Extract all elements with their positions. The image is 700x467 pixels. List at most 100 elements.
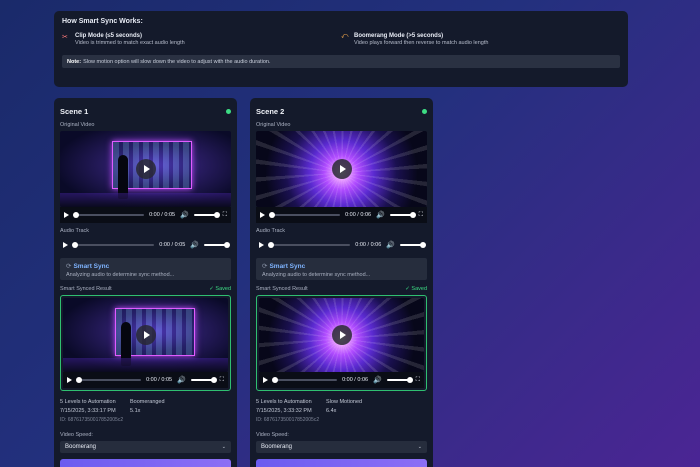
volume-slider[interactable] — [190, 377, 217, 383]
selected-speed: Boomerang — [261, 444, 293, 450]
saved-badge: ✓ Saved — [405, 286, 427, 292]
selected-speed: Boomerang — [65, 444, 97, 450]
smart-sync-desc: Analyzing audio to determine sync method… — [262, 272, 371, 278]
play-icon[interactable] — [67, 377, 72, 383]
result-meta: 5 Levels to Automation Slow Motioned 7/1… — [256, 399, 427, 423]
smart-sync-box: ⟳ Smart Sync Analyzing audio to determine… — [60, 258, 231, 280]
timestamp: 7/15/2025, 3:33:17 PM — [60, 408, 116, 414]
volume-slider[interactable] — [204, 242, 230, 248]
volume-slider[interactable] — [400, 242, 426, 248]
volume-icon[interactable]: 🔊 — [177, 376, 186, 384]
mode-list: ✂ Clip Mode (≤5 seconds) Video is trimme… — [62, 33, 620, 46]
play-overlay-button[interactable] — [331, 159, 352, 179]
volume-icon[interactable]: 🔊 — [386, 241, 395, 249]
seek-slider[interactable] — [269, 212, 341, 218]
original-video-label: Original Video — [256, 122, 291, 128]
video-speed-label: Video Speed: — [60, 432, 93, 438]
floor-graphic — [63, 358, 228, 372]
info-title: How Smart Sync Works: — [62, 18, 143, 25]
smart-sync-title: Smart Sync — [269, 263, 306, 270]
volume-icon[interactable]: 🔊 — [373, 376, 382, 384]
seek-slider[interactable] — [73, 212, 145, 218]
clip-mode-desc: Video is trimmed to match exact audio le… — [75, 40, 185, 46]
boomerang-mode-desc: Video plays forward then reverse to matc… — [354, 40, 489, 46]
volume-icon[interactable]: 🔊 — [180, 211, 189, 219]
result-video-frame: 0:00 / 0:05 🔊 ⛶ — [60, 295, 231, 391]
note-text: Slow motion option will slow down the vi… — [83, 58, 271, 65]
play-icon[interactable] — [259, 242, 264, 248]
result-controls: 0:00 / 0:06 🔊 ⛶ — [259, 372, 424, 388]
clip-mode: ✂ Clip Mode (≤5 seconds) Video is trimme… — [62, 33, 341, 46]
seek-slider[interactable] — [272, 377, 338, 383]
status-dot — [422, 108, 427, 114]
sync-icon: ⟳ — [66, 263, 72, 270]
chevron-down-icon: ⌄ — [417, 444, 422, 450]
smart-sync-info-panel: How Smart Sync Works: ✂ Clip Mode (≤5 se… — [54, 11, 628, 87]
smart-result-label: Smart Synced Result — [60, 286, 112, 292]
scissors-icon: ✂ — [62, 34, 68, 41]
speed-factor: 5.1x — [130, 408, 141, 414]
video-time: 0:00 / 0:05 — [149, 212, 176, 218]
audio-track-label: Audio Track — [60, 228, 90, 234]
smart-sync-title: Smart Sync — [73, 263, 110, 270]
play-overlay-button[interactable] — [331, 325, 352, 345]
play-icon[interactable] — [64, 212, 69, 218]
video-controls: 0:00 / 0:06 🔊 ⛶ — [256, 207, 427, 223]
video-speed-select[interactable]: Boomerang ⌄ — [256, 441, 427, 453]
result-id: ID: 687617350017852005c2 — [256, 417, 320, 423]
smart-result-label: Smart Synced Result — [256, 286, 308, 292]
seek-slider[interactable] — [76, 377, 142, 383]
chevron-down-icon: ⌄ — [221, 444, 226, 450]
audio-time: 0:00 / 0:05 — [159, 242, 186, 248]
volume-slider[interactable] — [389, 212, 416, 218]
play-icon[interactable] — [263, 377, 268, 383]
result-time: 0:00 / 0:06 — [342, 377, 369, 383]
volume-icon[interactable]: 🔊 — [190, 241, 199, 249]
floor-graphic — [60, 193, 231, 207]
boomerang-mode-name: Boomerang Mode (>5 seconds) — [354, 33, 444, 39]
scene-action-button[interactable] — [256, 459, 427, 467]
result-video-player[interactable] — [259, 298, 424, 372]
video-controls: 0:00 / 0:05 🔊 ⛶ — [60, 207, 231, 223]
smart-sync-desc: Analyzing audio to determine sync method… — [66, 272, 175, 278]
volume-slider[interactable] — [193, 212, 220, 218]
play-overlay-button[interactable] — [135, 325, 156, 345]
scene-action-button[interactable] — [60, 459, 231, 467]
volume-icon[interactable]: 🔊 — [376, 211, 385, 219]
fullscreen-icon[interactable]: ⛶ — [416, 377, 420, 384]
sync-mode: Slow Motioned — [326, 399, 363, 405]
original-video-player[interactable] — [256, 131, 427, 207]
result-controls: 0:00 / 0:05 🔊 ⛶ — [63, 372, 228, 388]
project-name: 5 Levels to Automation — [256, 399, 312, 405]
note-bar: Note: Slow motion option will slow down … — [62, 55, 620, 68]
fullscreen-icon[interactable]: ⛶ — [419, 212, 423, 219]
fullscreen-icon[interactable]: ⛶ — [220, 377, 224, 384]
result-video-player[interactable] — [63, 298, 228, 372]
sync-icon: ⟳ — [262, 263, 268, 270]
boomerang-mode: ⤺ Boomerang Mode (>5 seconds) Video play… — [341, 33, 620, 46]
play-icon[interactable] — [63, 242, 68, 248]
video-speed-label: Video Speed: — [256, 432, 289, 438]
audio-controls: 0:00 / 0:05 🔊 — [60, 237, 231, 253]
original-video-player[interactable] — [60, 131, 231, 207]
note-label: Note: — [67, 58, 82, 65]
video-time: 0:00 / 0:06 — [345, 212, 372, 218]
scene-card-2: Scene 2 Original Video 0:00 / 0:06 🔊 ⛶ A… — [250, 98, 433, 467]
smart-sync-box: ⟳ Smart Sync Analyzing audio to determine… — [256, 258, 427, 280]
result-video-frame: 0:00 / 0:06 🔊 ⛶ — [256, 295, 427, 391]
audio-track-label: Audio Track — [256, 228, 286, 234]
audio-seek-slider[interactable] — [72, 242, 155, 248]
audio-seek-slider[interactable] — [268, 242, 351, 248]
status-dot — [226, 108, 231, 114]
clip-mode-name: Clip Mode (≤5 seconds) — [75, 33, 142, 39]
volume-slider[interactable] — [386, 377, 413, 383]
original-video-label: Original Video — [60, 122, 95, 128]
boomerang-icon: ⤺ — [341, 33, 349, 40]
timestamp: 7/15/2025, 3:33:32 PM — [256, 408, 312, 414]
video-speed-select[interactable]: Boomerang ⌄ — [60, 441, 231, 453]
play-icon[interactable] — [260, 212, 265, 218]
result-meta: 5 Levels to Automation Boomeranged 7/15/… — [60, 399, 231, 423]
scene-title: Scene 2 — [256, 106, 285, 116]
fullscreen-icon[interactable]: ⛶ — [223, 212, 227, 219]
play-overlay-button[interactable] — [135, 159, 156, 179]
